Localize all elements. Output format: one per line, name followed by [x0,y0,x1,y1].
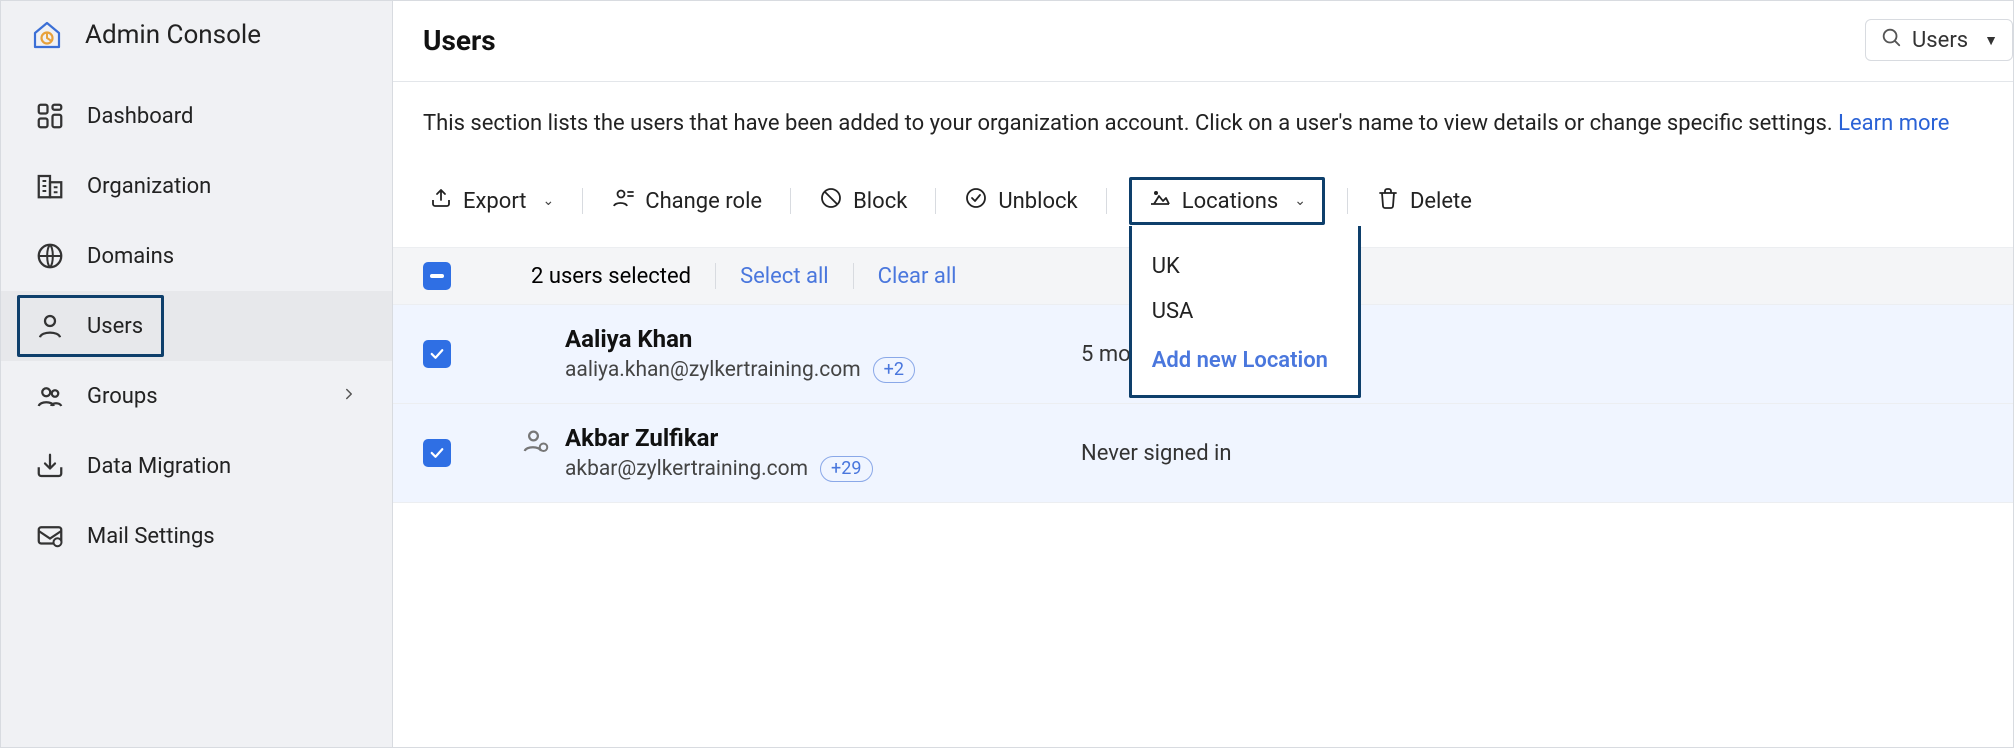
groups-icon [35,381,65,411]
sidebar-item-users[interactable]: Users [1,291,392,361]
page-title: Users [423,24,496,57]
change-role-label: Change role [645,189,762,214]
user-cell: Aaliya Khan aaliya.khan@zylkertraining.c… [521,325,1081,383]
unblock-button[interactable]: Unblock [958,182,1083,220]
export-icon [429,186,453,216]
main-content: Users Users ▼ This section lists the use… [393,1,2013,747]
clear-all-link[interactable]: Clear all [878,264,957,289]
sidebar-item-label: Mail Settings [87,524,358,549]
chevron-down-icon: ⌄ [543,193,555,209]
change-role-button[interactable]: Change role [605,182,768,220]
sidebar-item-organization[interactable]: Organization [1,151,392,221]
sidebar: Admin Console Dashboard Organization [1,1,393,747]
app-logo-icon [31,19,63,51]
delete-button[interactable]: Delete [1370,182,1478,220]
sidebar-item-label: Dashboard [87,104,358,129]
user-email-row: aaliya.khan@zylkertraining.com +2 [565,357,915,383]
caret-down-icon: ▼ [1984,32,1998,49]
delete-label: Delete [1410,189,1472,214]
sidebar-item-label: Domains [87,244,358,269]
locations-label: Locations [1182,189,1278,214]
add-new-location-button[interactable]: Add new Location [1150,334,1340,375]
select-all-checkbox[interactable] [423,262,451,290]
export-button[interactable]: Export ⌄ [423,182,560,220]
locations-icon [1148,186,1172,216]
globe-icon [35,241,65,271]
export-label: Export [463,189,527,214]
search-scope-label: Users [1912,28,1968,53]
toolbar-separator [790,188,791,214]
unblock-label: Unblock [998,189,1077,214]
change-role-icon [611,186,635,216]
trash-icon [1376,186,1400,216]
selection-separator [715,263,716,289]
sidebar-item-label: Organization [87,174,358,199]
search-scope-dropdown[interactable]: Users ▼ [1865,19,2013,61]
toolbar-separator [582,188,583,214]
section-description: This section lists the users that have b… [393,82,2013,149]
sidebar-item-data-migration-wrap: Data Migration [1,431,392,501]
sidebar-header: Admin Console [1,1,392,71]
locations-button[interactable]: Locations ⌄ [1148,186,1306,216]
row-checkbox[interactable] [423,439,451,467]
sidebar-item-domains-wrap: Domains [1,221,392,291]
locations-menu: UK USA Add new Location [1129,226,1361,398]
sidebar-item-groups-wrap: Groups [1,361,392,431]
toolbar-separator [935,188,936,214]
sidebar-item-organization-wrap: Organization [1,151,392,221]
learn-more-link[interactable]: Learn more [1838,111,1949,136]
sidebar-item-data-migration[interactable]: Data Migration [1,431,392,501]
selection-count: 2 users selected [531,264,691,289]
app-root: Admin Console Dashboard Organization [0,0,2014,748]
download-icon [35,451,65,481]
select-all-link[interactable]: Select all [740,264,829,289]
block-button[interactable]: Block [813,182,913,220]
toolbar-separator [1106,188,1107,214]
organization-icon [35,171,65,201]
last-signin: Never signed in [1081,441,1232,466]
search-icon [1880,26,1902,54]
sidebar-item-label: Data Migration [87,454,358,479]
sidebar-item-mail-settings[interactable]: Mail Settings [1,501,392,571]
sidebar-item-label: Groups [87,384,340,409]
sidebar-item-users-wrap: Users [1,291,392,361]
alias-count-badge[interactable]: +2 [873,357,915,383]
dashboard-icon [35,101,65,131]
user-cell: Akbar Zulfikar akbar@zylkertraining.com … [521,424,1081,482]
alias-count-badge[interactable]: +29 [820,456,872,482]
user-role-icon [521,426,551,456]
location-option-usa[interactable]: USA [1150,289,1340,334]
location-option-uk[interactable]: UK [1150,244,1340,289]
sidebar-item-dashboard-wrap: Dashboard [1,81,392,151]
user-email-row: akbar@zylkertraining.com +29 [565,456,873,482]
user-email: aaliya.khan@zylkertraining.com [565,358,861,382]
mail-settings-icon [35,521,65,551]
sidebar-item-groups[interactable]: Groups [1,361,392,431]
unblock-icon [964,186,988,216]
sidebar-item-label: Users [87,314,358,339]
chevron-down-icon: ⌄ [1294,193,1306,209]
user-name[interactable]: Aaliya Khan [565,325,915,353]
user-icon [35,311,65,341]
user-info: Aaliya Khan aaliya.khan@zylkertraining.c… [565,325,915,383]
block-icon [819,186,843,216]
bulk-action-toolbar: Export ⌄ Change role Block Unblock [393,149,2013,247]
user-email: akbar@zylkertraining.com [565,457,808,481]
sidebar-nav: Dashboard Organization Domains [1,71,392,571]
sidebar-item-mail-settings-wrap: Mail Settings [1,501,392,571]
toolbar-separator [1347,188,1348,214]
sidebar-item-domains[interactable]: Domains [1,221,392,291]
main-header: Users Users ▼ [393,1,2013,82]
block-label: Block [853,189,907,214]
user-info: Akbar Zulfikar akbar@zylkertraining.com … [565,424,873,482]
chevron-right-icon [340,385,358,408]
user-row[interactable]: Akbar Zulfikar akbar@zylkertraining.com … [393,404,2013,503]
description-text: This section lists the users that have b… [423,111,1838,136]
user-name[interactable]: Akbar Zulfikar [565,424,873,452]
selection-separator [853,263,854,289]
locations-dropdown[interactable]: Locations ⌄ UK USA Add new Location [1129,177,1325,225]
sidebar-item-dashboard[interactable]: Dashboard [1,81,392,151]
row-checkbox[interactable] [423,340,451,368]
app-title: Admin Console [85,20,261,50]
